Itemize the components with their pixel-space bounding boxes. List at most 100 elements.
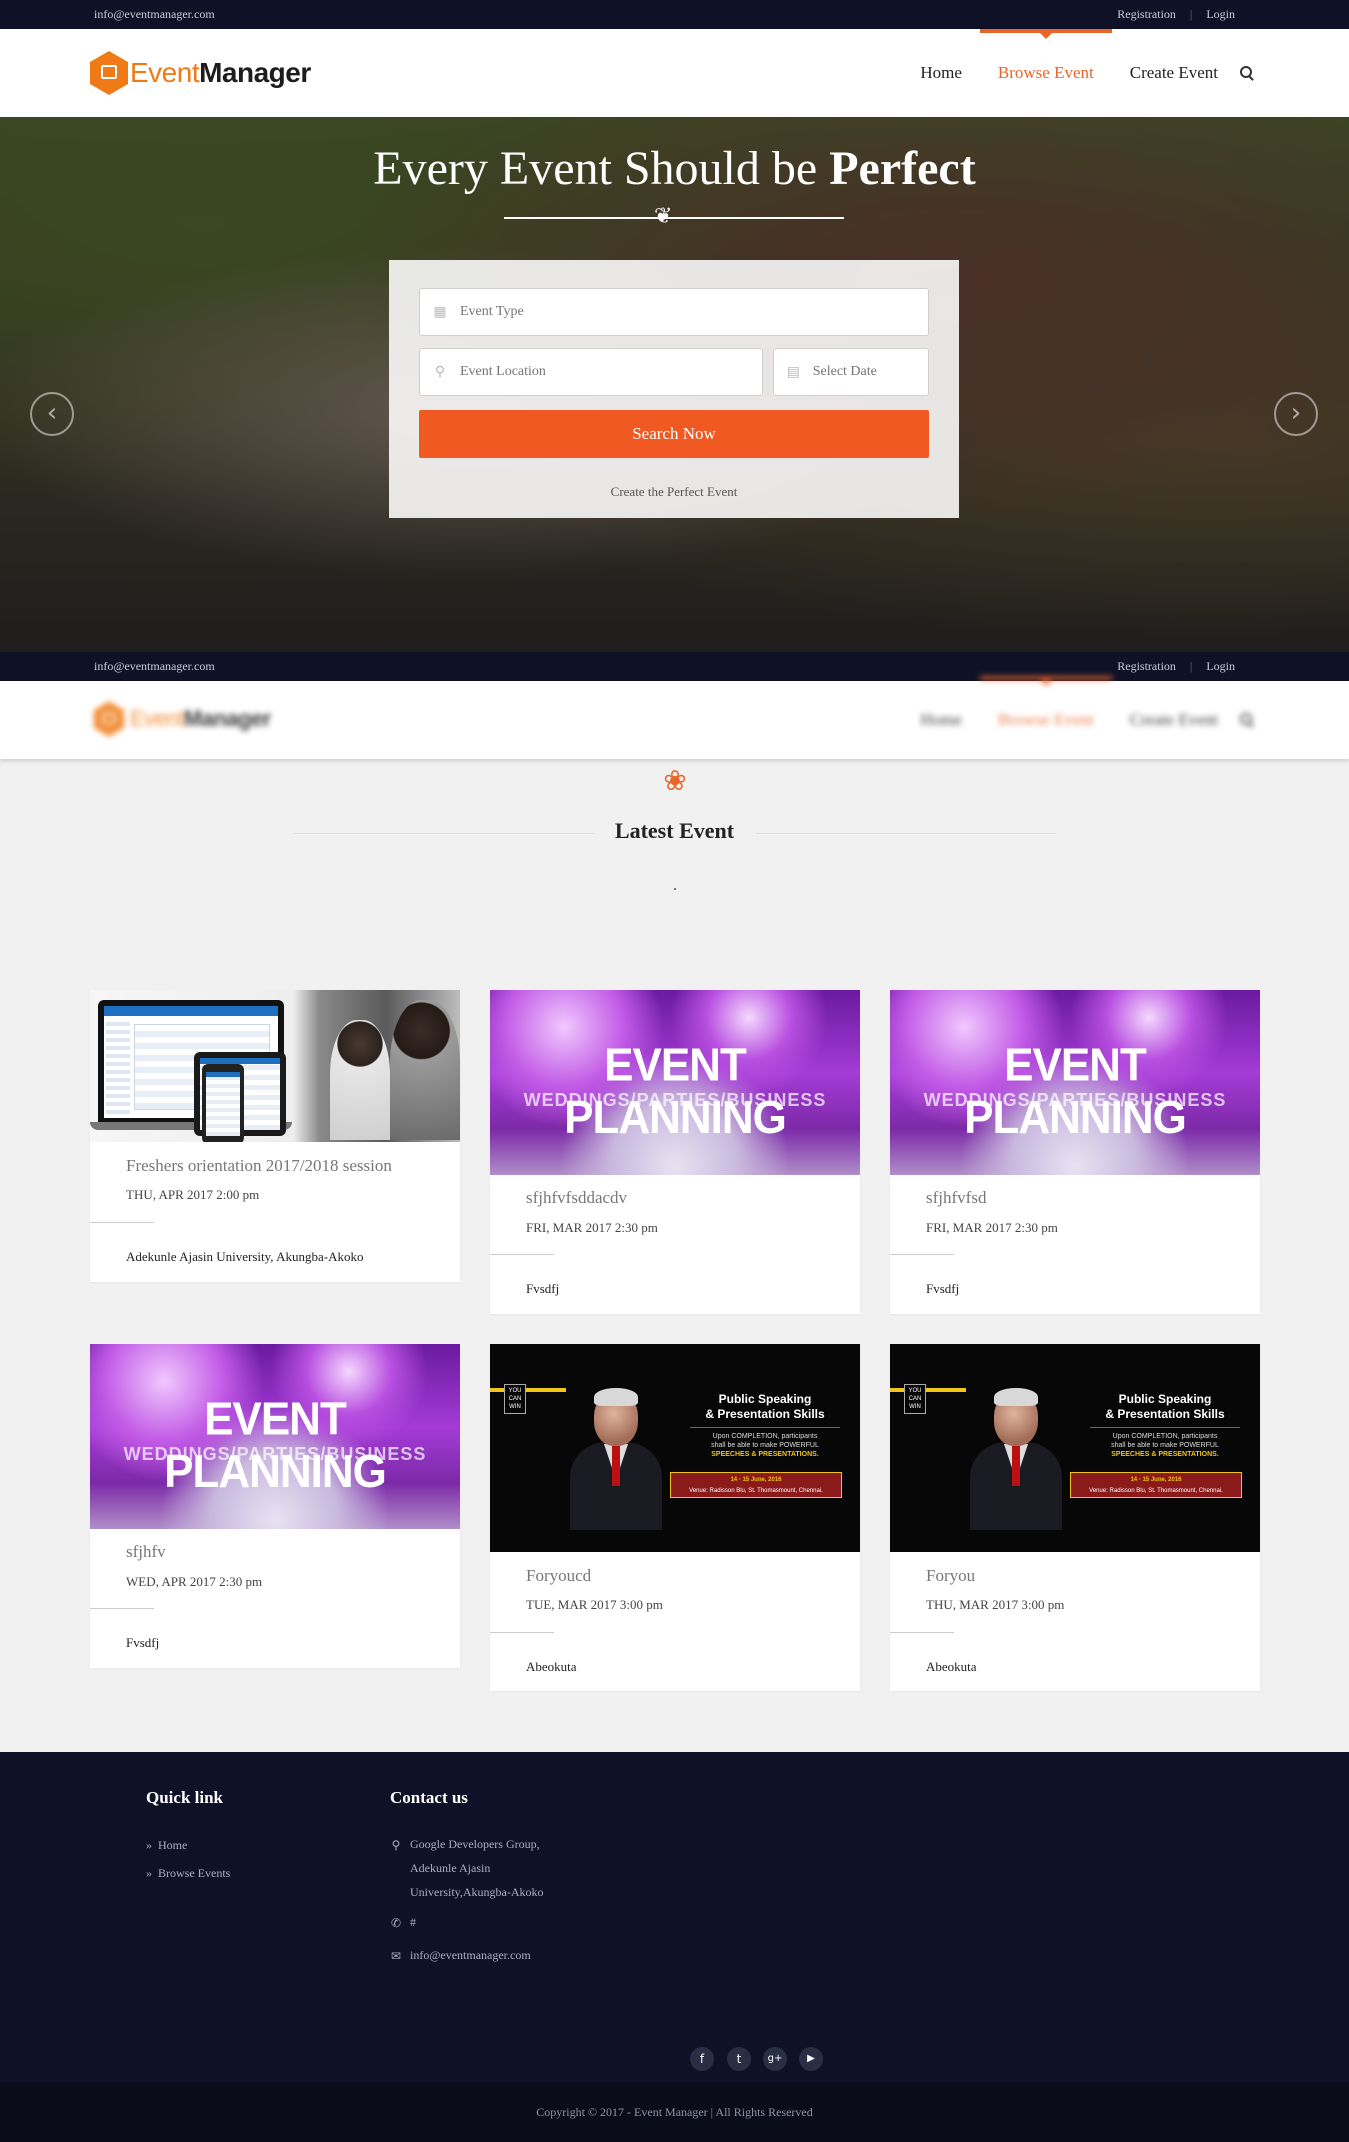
event-date: FRI, MAR 2017 2:30 pm: [526, 1220, 658, 1235]
event-date: THU, APR 2017 2:00 pm: [126, 1187, 260, 1202]
facebook-icon[interactable]: f: [690, 2047, 714, 2071]
poster-accent-bar: [526, 1388, 566, 1392]
site-logo[interactable]: EventManager: [90, 51, 311, 95]
grid-icon: ▦: [433, 304, 447, 320]
event-card[interactable]: EVENT PLANNING WEDDINGS/PARTIES/BUSINESS…: [890, 990, 1260, 1314]
site-footer: Quick link Home Browse Events Contact us…: [0, 1752, 1349, 2082]
event-location: Fvsdfj: [926, 1281, 960, 1296]
topbar-email[interactable]: info@eventmanager.com: [94, 7, 215, 22]
sticky-nav-menu: Home Browse Event Create Event: [884, 676, 1254, 759]
event-card[interactable]: EVENT PLANNING WEDDINGS/PARTIES/BUSINESS…: [90, 1344, 460, 1668]
student-figure: [330, 1020, 390, 1140]
search-panel: ▦ ⚲ ▤ Search Now Create the Perfect Even…: [389, 260, 959, 518]
contact-address: Google Developers Group, Adekunle Ajasin U…: [410, 1837, 544, 1899]
logo-icon: [90, 51, 128, 95]
event-card[interactable]: YOU CAN WIN Public Speaking & Presentatio…: [890, 1344, 1260, 1691]
login-link[interactable]: Login: [1192, 7, 1249, 22]
lotus-ornament-icon: ❀: [663, 766, 687, 797]
event-title[interactable]: Freshers orientation 2017/2018 session: [126, 1156, 392, 1176]
event-title[interactable]: sfjhfv: [126, 1542, 166, 1562]
search-icon[interactable]: [1240, 66, 1254, 80]
sticky-nav-create-event[interactable]: Create Event: [1130, 710, 1218, 730]
card-divider: [490, 1632, 554, 1633]
youtube-icon[interactable]: ▶: [799, 2047, 823, 2071]
poster-accent-bar: [890, 1388, 904, 1392]
top-bar: info@eventmanager.com Registration | Log…: [0, 0, 1349, 29]
contact-phone[interactable]: #: [410, 1910, 416, 1934]
poster-subheading: WEDDINGS/PARTIES/BUSINESS: [523, 1090, 827, 1110]
speaker-portrait: [570, 1386, 662, 1530]
date-input[interactable]: [810, 363, 928, 381]
sticky-nav-browse-event[interactable]: Browse Event: [979, 676, 1112, 730]
sticky-search-icon[interactable]: [1240, 713, 1254, 727]
phone-icon: ✆: [390, 1916, 402, 1930]
location-pin-icon: ⚲: [391, 1838, 401, 1852]
event-card[interactable]: EVENT PLANNING WEDDINGS/PARTIES/BUSINESS…: [490, 990, 860, 1314]
google-plus-icon[interactable]: g+: [763, 2047, 787, 2071]
event-title[interactable]: sfjhfvfsddacdv: [526, 1188, 627, 1208]
footer-link-home[interactable]: Home: [146, 1838, 187, 1853]
event-image-public-speaking[interactable]: YOU CAN WIN Public Speaking & Presentatio…: [490, 1344, 860, 1552]
calendar-icon: ▤: [786, 364, 800, 380]
event-location-field[interactable]: ⚲: [419, 348, 763, 396]
event-title[interactable]: Foryou: [926, 1566, 975, 1586]
quick-link-title: Quick link: [146, 1788, 224, 1807]
event-image-planning[interactable]: EVENT PLANNING WEDDINGS/PARTIES/BUSINESS: [490, 990, 860, 1175]
poster-accent-bar: [926, 1388, 966, 1392]
event-image-planning[interactable]: EVENT PLANNING WEDDINGS/PARTIES/BUSINESS: [890, 990, 1260, 1175]
topbar-links: Registration | Login: [1103, 7, 1249, 22]
event-title[interactable]: sfjhfvfsd: [926, 1188, 986, 1208]
sticky-logo[interactable]: EventManager: [90, 697, 271, 741]
poster-heading: Public Speaking & Presentation Skills: [1105, 1392, 1225, 1421]
chevron-right-icon[interactable]: ›: [1274, 392, 1318, 436]
nav-home[interactable]: Home: [920, 63, 962, 83]
contact-title: Contact us: [390, 1788, 468, 1807]
sticky-registration-link[interactable]: Registration: [1103, 659, 1190, 674]
card-divider: [890, 1632, 954, 1633]
poster-accent-bar: [490, 1388, 504, 1392]
speaker-portrait: [970, 1386, 1062, 1530]
student-figure: [390, 1000, 460, 1140]
event-image-laptop[interactable]: [90, 990, 460, 1142]
location-pin-icon: ⚲: [434, 364, 446, 380]
event-image-planning[interactable]: EVENT PLANNING WEDDINGS/PARTIES/BUSINESS: [90, 1344, 460, 1529]
footer-link-browse-events[interactable]: Browse Events: [146, 1866, 230, 1881]
event-location-input[interactable]: [458, 363, 736, 381]
event-title[interactable]: Foryoucd: [526, 1566, 591, 1586]
search-now-button[interactable]: Search Now: [419, 410, 929, 458]
nav-create-event[interactable]: Create Event: [1130, 63, 1218, 83]
card-divider: [90, 1608, 154, 1609]
event-type-input[interactable]: [458, 303, 869, 321]
date-field[interactable]: ▤: [773, 348, 929, 396]
event-card[interactable]: YOU CAN WIN Public Speaking & Presentatio…: [490, 1344, 860, 1691]
sticky-navbar: EventManager Home Browse Event Create Ev…: [0, 676, 1349, 759]
poster-badge: YOU CAN WIN: [504, 1384, 526, 1414]
event-card[interactable]: Freshers orientation 2017/2018 session T…: [90, 990, 460, 1282]
card-divider: [890, 1254, 954, 1255]
sticky-topbar-email[interactable]: info@eventmanager.com: [94, 659, 215, 674]
twitter-icon[interactable]: t: [727, 2047, 751, 2071]
poster-text: Upon COMPLETION, participants shall be ab…: [1111, 1433, 1219, 1458]
event-location: Adekunle Ajasin University, Akungba-Akok…: [126, 1249, 364, 1264]
chevron-left-icon[interactable]: ‹: [30, 392, 74, 436]
event-image-public-speaking[interactable]: YOU CAN WIN Public Speaking & Presentatio…: [890, 1344, 1260, 1552]
logo-text-manager: Manager: [199, 57, 311, 88]
event-location: Abeokuta: [526, 1659, 577, 1674]
contact-email[interactable]: info@eventmanager.com: [410, 1943, 531, 1967]
event-date: THU, MAR 2017 3:00 pm: [926, 1597, 1065, 1612]
event-location: Fvsdfj: [126, 1635, 160, 1650]
event-location: Abeokuta: [926, 1659, 977, 1674]
nav-browse-event[interactable]: Browse Event: [979, 29, 1112, 83]
copyright-bar: Copyright © 2017 - Event Manager | All R…: [0, 2082, 1349, 2142]
sticky-navbar-content: EventManager Home Browse Event Create Ev…: [0, 676, 1349, 759]
poster-divider: [1090, 1427, 1240, 1428]
section-title: Latest Event: [614, 818, 735, 843]
registration-link[interactable]: Registration: [1103, 7, 1190, 22]
panel-note: Create the Perfect Event: [610, 484, 738, 499]
nav-menu: Home Browse Event Create Event: [884, 29, 1254, 117]
event-type-field[interactable]: ▦: [419, 288, 929, 336]
card-divider: [90, 1222, 154, 1223]
sticky-login-link[interactable]: Login: [1192, 659, 1249, 674]
hero-banner: Every Event Should be Perfect ‹ › ▦ ⚲ ▤ …: [0, 117, 1349, 652]
sticky-nav-home[interactable]: Home: [920, 710, 962, 730]
